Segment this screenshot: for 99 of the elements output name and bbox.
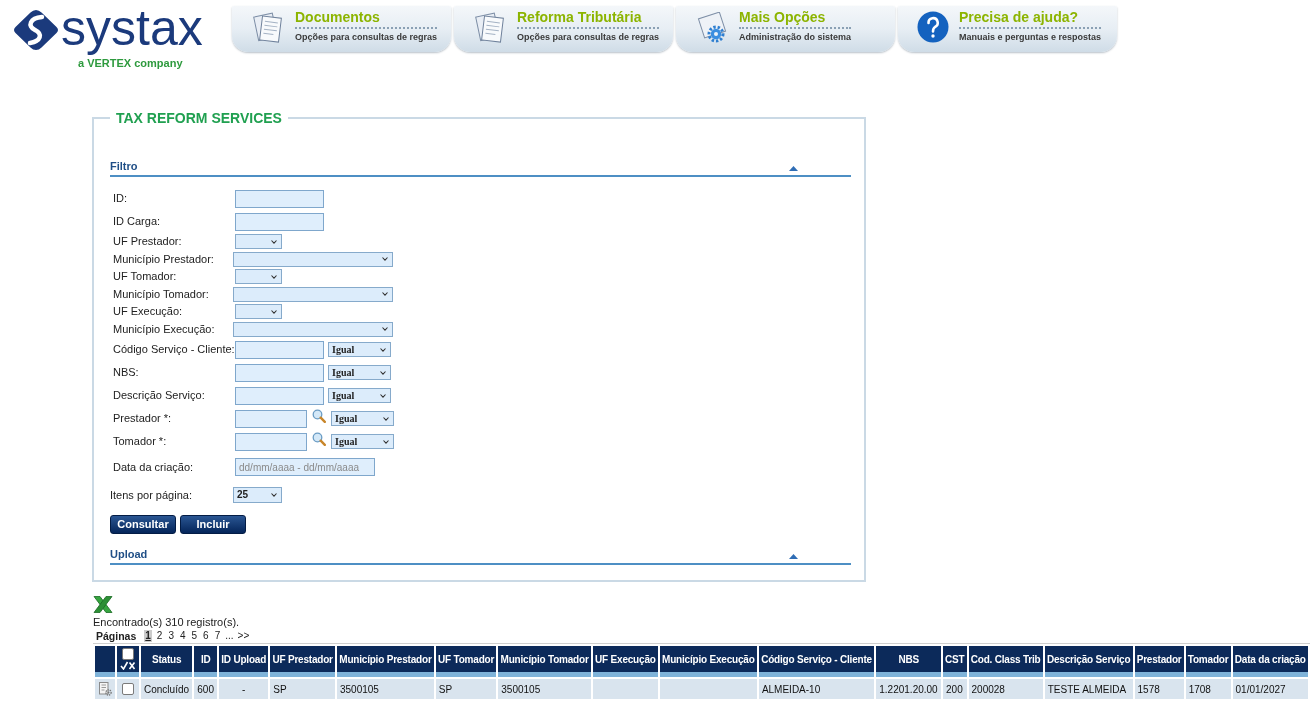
field-label: Itens por página: <box>110 488 193 502</box>
search-icon[interactable] <box>312 432 326 446</box>
logo-icon <box>12 9 60 51</box>
select-all-checkbox[interactable] <box>122 648 134 660</box>
page-link[interactable]: 7 <box>213 630 222 642</box>
dropdown[interactable]: Igual <box>328 388 391 403</box>
column-header: Status <box>140 645 194 678</box>
page-link[interactable]: 3 <box>167 630 175 642</box>
chevron-down-icon <box>271 274 277 279</box>
chevron-down-icon <box>383 416 389 421</box>
field-label: Tomador *: <box>113 435 168 448</box>
dropdown[interactable]: Igual <box>328 342 391 357</box>
column-header: Município Execução <box>658 645 758 678</box>
column-header: Tomador <box>1184 645 1232 678</box>
chevron-down-icon <box>380 393 386 398</box>
column-header: UF Execução <box>591 645 659 678</box>
chevron-down-icon <box>380 370 386 375</box>
field-label: Município Tomador: <box>113 287 210 301</box>
chevron-down-icon <box>382 327 388 332</box>
logo-wordmark: systax <box>61 0 203 57</box>
nav-tab[interactable]: Documentos Opções para consultas de regras <box>232 6 451 52</box>
field-label: NBS: <box>113 366 140 379</box>
logo-tagline: a VERTEX company <box>78 57 184 69</box>
column-header: CST <box>942 645 968 678</box>
chevron-down-icon <box>271 309 277 314</box>
column-header: ID Upload <box>218 645 270 678</box>
panel-title: TAX REFORM SERVICES <box>115 110 283 126</box>
documents-icon <box>473 12 507 44</box>
dropdown[interactable]: Igual <box>328 365 391 380</box>
page-link[interactable]: 5 <box>190 630 199 642</box>
pagination-ellipsis: ... <box>225 630 234 642</box>
search-icon[interactable] <box>312 409 326 423</box>
row-checkbox[interactable] <box>122 683 134 695</box>
column-header: UF Tomador <box>434 645 498 678</box>
caret-up-icon[interactable] <box>789 166 798 171</box>
field-label: Prestador *: <box>113 412 173 425</box>
dropdown[interactable]: Igual <box>331 434 394 449</box>
field-label: Código Serviço - Cliente: <box>113 343 235 356</box>
check-cross-icon[interactable] <box>120 661 136 670</box>
page-link[interactable]: 2 <box>155 630 164 642</box>
text-input[interactable] <box>235 212 324 231</box>
dropdown[interactable] <box>235 304 282 320</box>
field-label: Data da criação: <box>113 460 195 474</box>
action-button[interactable]: Consultar <box>110 515 176 534</box>
caret-up-icon[interactable] <box>789 554 798 559</box>
dropdown[interactable] <box>233 321 393 337</box>
dropdown[interactable]: Igual <box>331 411 394 426</box>
page-link[interactable]: 1 <box>144 630 152 642</box>
chevron-down-icon <box>271 493 277 497</box>
date-range-input[interactable]: dd/mm/aaaa - dd/mm/aaaa <box>235 458 375 476</box>
page-link[interactable]: 6 <box>202 630 210 642</box>
chevron-down-icon <box>380 347 386 352</box>
documents-icon <box>251 12 285 44</box>
field-label: ID Carga: <box>113 215 162 228</box>
text-input[interactable] <box>235 386 324 405</box>
page-link[interactable]: 4 <box>178 630 187 642</box>
column-header: Descrição Serviço <box>1043 645 1134 678</box>
results-summary: Encontrado(s) 310 registro(s). <box>93 616 240 629</box>
column-header: UF Prestador <box>269 645 336 678</box>
section-title: Upload <box>110 548 148 561</box>
column-header: NBS <box>875 645 942 678</box>
field-label: Município Prestador: <box>113 252 215 266</box>
text-input[interactable] <box>235 363 324 382</box>
column-header: Código Serviço - Cliente <box>757 645 876 678</box>
field-label: UF Tomador: <box>113 270 178 284</box>
help-icon <box>917 11 949 43</box>
next-page-link[interactable]: >> <box>237 630 250 642</box>
column-header: Município Prestador <box>336 645 435 678</box>
gear-document-icon <box>695 12 729 44</box>
chevron-down-icon <box>382 257 388 262</box>
column-header: Cod. Class Trib <box>967 645 1044 678</box>
column-header: ID <box>193 645 219 678</box>
dropdown[interactable] <box>235 269 282 285</box>
pagination-label: Páginas <box>96 630 137 642</box>
action-button[interactable]: Incluir <box>180 515 246 534</box>
spreadsheet-icon[interactable] <box>93 596 113 613</box>
chevron-down-icon <box>382 292 388 297</box>
nav-tab[interactable]: Mais Opções Administração do sistema <box>676 6 895 52</box>
chevron-down-icon <box>271 239 277 244</box>
text-input[interactable] <box>235 409 307 428</box>
chevron-down-icon <box>383 439 389 444</box>
section-title: Filtro <box>110 160 138 173</box>
field-label: ID: <box>113 192 129 205</box>
nav-tab[interactable]: Precisa de ajuda? Manuais e perguntas e respostas <box>898 6 1117 52</box>
dropdown[interactable] <box>233 251 393 267</box>
text-input[interactable] <box>235 340 324 359</box>
column-header: Prestador <box>1133 645 1185 678</box>
column-header: Município Tomador <box>497 645 592 678</box>
field-label: UF Prestador: <box>113 235 183 249</box>
dropdown[interactable] <box>235 234 282 250</box>
text-input[interactable] <box>235 432 307 451</box>
text-input[interactable] <box>235 189 324 208</box>
column-header: Data da criação <box>1231 645 1309 678</box>
nav-tab[interactable]: Reforma Tributária Opções para consultas de regras <box>454 6 673 52</box>
field-label: UF Execução: <box>113 305 184 319</box>
dropdown[interactable]: 25 <box>233 487 282 503</box>
field-label: Descrição Serviço: <box>113 389 206 402</box>
dropdown[interactable] <box>233 286 393 302</box>
field-label: Município Execução: <box>113 322 216 336</box>
